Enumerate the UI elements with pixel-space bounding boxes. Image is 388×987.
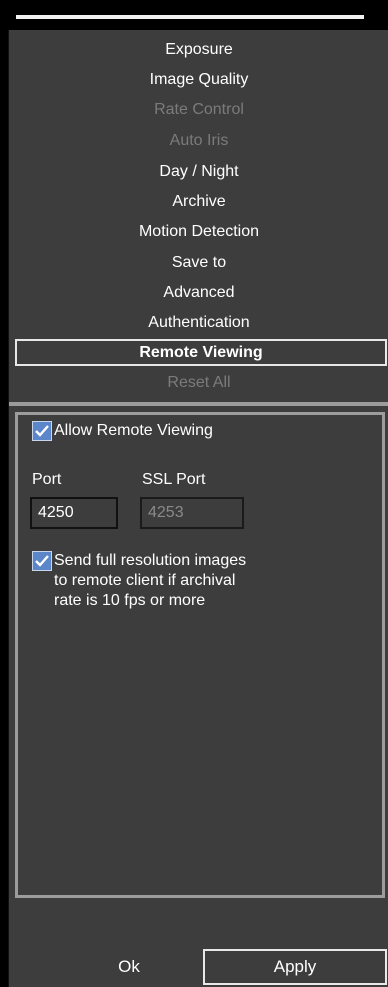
- menu-item-day-night[interactable]: Day / Night: [9, 158, 388, 186]
- menu-item-authentication[interactable]: Authentication: [9, 309, 388, 337]
- checkmark-icon: [35, 555, 49, 567]
- full-resolution-row[interactable]: Send full resolution images to remote cl…: [32, 551, 246, 611]
- full-resolution-checkbox[interactable]: [32, 551, 52, 571]
- menu-item-reset-all: Reset All: [167, 374, 231, 391]
- remote-viewing-group: Allow Remote Viewing Port SSL Port 4250 …: [15, 412, 385, 898]
- menu-item-archive[interactable]: Archive: [9, 188, 388, 216]
- menu-item-rate-control: Rate Control: [154, 101, 244, 118]
- menu-item-save-to[interactable]: Save to: [9, 249, 388, 277]
- ssl-port-label: SSL Port: [142, 471, 206, 488]
- allow-remote-viewing-label: Allow Remote Viewing: [54, 422, 213, 439]
- allow-remote-viewing-row[interactable]: Allow Remote Viewing: [32, 421, 213, 441]
- menu-item-advanced[interactable]: Advanced: [9, 279, 388, 307]
- checkmark-icon: [35, 425, 49, 437]
- title-bar: [0, 0, 388, 30]
- full-resolution-label-line: Send full resolution images: [54, 552, 247, 569]
- apply-button[interactable]: Apply: [203, 949, 387, 985]
- allow-remote-viewing-checkbox[interactable]: [32, 421, 52, 441]
- ok-button[interactable]: Ok: [69, 949, 189, 985]
- menu-item-image-quality[interactable]: Image Quality: [9, 66, 388, 94]
- full-resolution-label-line: rate is 10 fps or more: [54, 592, 206, 609]
- section-divider: [9, 402, 388, 406]
- full-resolution-label-line: to remote client if archival: [54, 572, 236, 589]
- menu-item-motion-detection[interactable]: Motion Detection: [9, 218, 388, 246]
- ssl-port-input: 4253: [140, 497, 244, 529]
- port-input[interactable]: 4250: [30, 497, 118, 529]
- menu-item-remote-viewing[interactable]: Remote Viewing: [15, 339, 387, 366]
- menu-item-exposure[interactable]: Exposure: [9, 36, 388, 64]
- menu-item-auto-iris: Auto Iris: [169, 132, 229, 149]
- settings-panel: Exposure Image Quality Rate Control Auto…: [8, 30, 388, 987]
- full-resolution-label: Send full resolution images to remote cl…: [54, 551, 246, 611]
- title-bar-rule: [16, 15, 364, 19]
- port-label: Port: [32, 471, 62, 488]
